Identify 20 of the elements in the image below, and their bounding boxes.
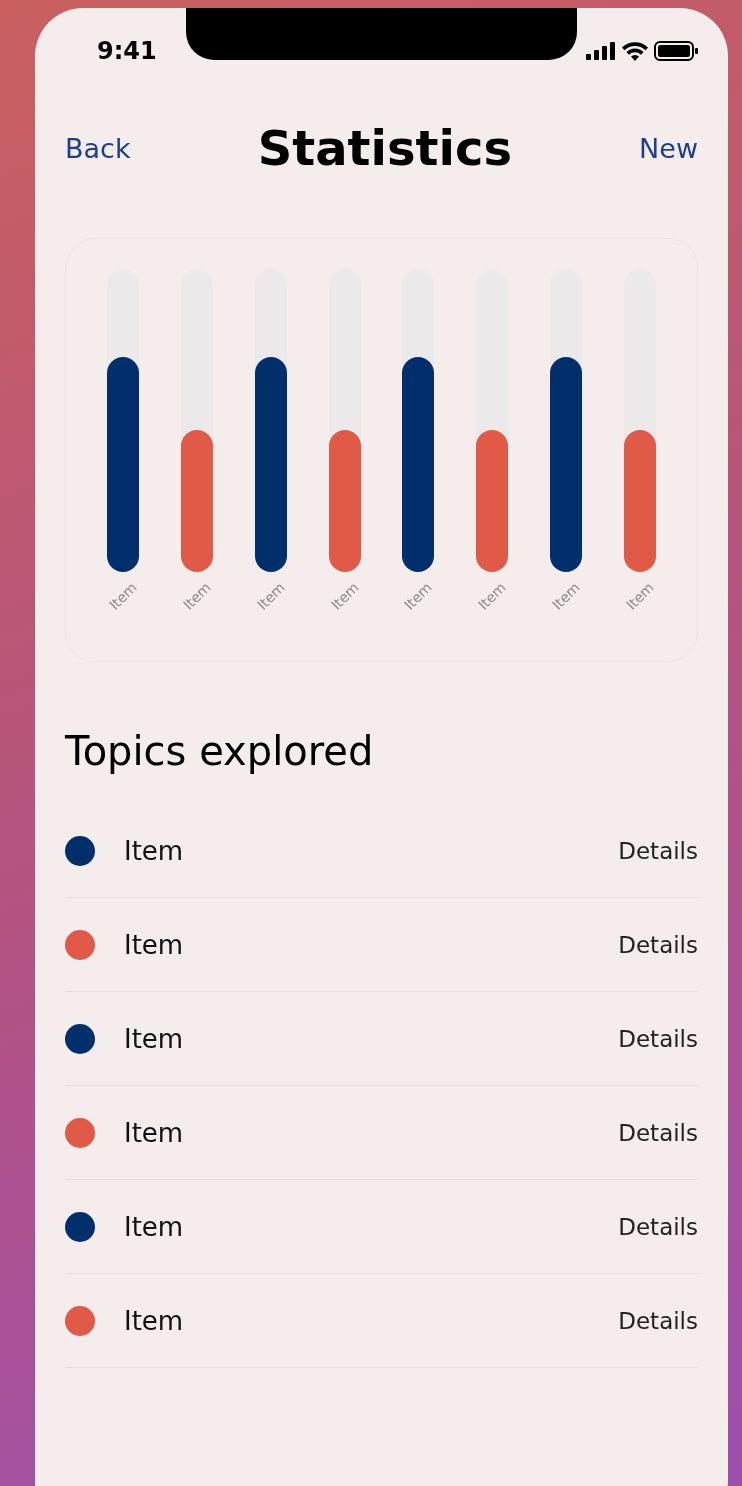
topic-label: Item <box>124 1211 185 1242</box>
new-link[interactable]: New <box>639 132 698 164</box>
topic-label: Item <box>124 1117 185 1148</box>
details-link[interactable]: Details <box>618 1307 698 1334</box>
details-link[interactable]: Details <box>618 1213 698 1240</box>
topic-label: Item <box>124 835 185 866</box>
details-link[interactable]: Details <box>618 837 698 864</box>
topic-label: Item <box>124 929 185 960</box>
topic-label: Item <box>124 1305 185 1336</box>
signal-icon <box>586 42 616 60</box>
status-time: 9:41 <box>97 37 157 65</box>
details-link[interactable]: Details <box>618 931 698 958</box>
section-title: Topics explored <box>65 728 375 774</box>
back-link[interactable]: Back <box>65 132 131 164</box>
page-title: Statistics <box>257 120 512 176</box>
details-link[interactable]: Details <box>618 1119 698 1146</box>
topic-label: Item <box>124 1023 185 1054</box>
battery-icon <box>654 41 698 61</box>
wifi-icon <box>622 41 648 61</box>
details-link[interactable]: Details <box>618 1025 698 1052</box>
